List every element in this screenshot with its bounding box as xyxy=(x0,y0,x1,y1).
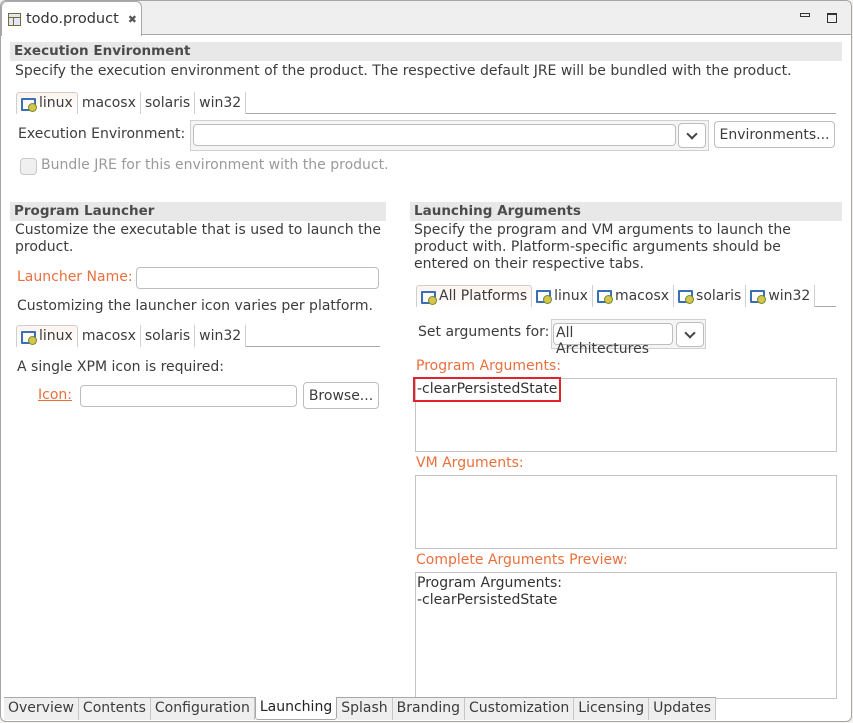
highlight-box xyxy=(413,377,561,402)
launcher-tab-solaris[interactable]: solaris xyxy=(140,325,196,347)
platform-icon xyxy=(421,290,437,305)
execution-environment-dropdown[interactable] xyxy=(678,123,706,148)
complete-arguments-preview: Program Arguments: -clearPersistedState xyxy=(415,572,837,699)
page-tab-customization[interactable]: Customization xyxy=(465,698,575,720)
page-tab-branding[interactable]: Branding xyxy=(392,698,465,720)
platform-icon xyxy=(21,330,37,345)
page-tab-configuration[interactable]: Configuration xyxy=(150,698,255,720)
execution-environment-title: Execution Environment xyxy=(10,42,842,61)
architecture-select[interactable]: All Architectures xyxy=(553,323,673,357)
editor-tabbar: todo.product ✖ xyxy=(1,1,851,36)
launcher-tab-linux[interactable]: linux xyxy=(16,325,78,347)
editor-tab-todo-product[interactable]: todo.product ✖ xyxy=(1,1,142,36)
set-arguments-for-label: Set arguments for: xyxy=(418,324,550,340)
platform-icon xyxy=(750,289,767,304)
page-tab-contents[interactable]: Contents xyxy=(78,698,151,720)
args-tab-win32[interactable]: win32 xyxy=(746,285,816,307)
launching-arguments-description: Specify the program and VM arguments to … xyxy=(414,222,791,272)
chevron-down-icon xyxy=(684,326,696,339)
icon-path-input[interactable] xyxy=(80,385,297,407)
architecture-dropdown[interactable] xyxy=(676,322,704,347)
minimize-icon[interactable] xyxy=(800,13,810,17)
execution-environment-combo xyxy=(190,120,709,151)
page-tab-updates[interactable]: Updates xyxy=(649,698,717,720)
launching-platform-tabs: All Platforms linux macosx solaris win32 xyxy=(416,285,836,307)
page-tab-splash[interactable]: Splash xyxy=(337,698,393,720)
chevron-down-icon xyxy=(686,127,698,140)
execution-environment-input[interactable] xyxy=(193,124,676,146)
environments-button[interactable]: Environments... xyxy=(714,121,835,148)
page-tab-overview[interactable]: Overview xyxy=(4,698,79,720)
program-launcher-description: Customize the executable that is used to… xyxy=(15,222,382,255)
close-icon[interactable]: ✖ xyxy=(128,13,137,26)
platform-icon xyxy=(678,289,695,304)
args-tab-macosx[interactable]: macosx xyxy=(592,285,675,307)
launcher-name-input[interactable] xyxy=(136,267,379,289)
page-tab-licensing[interactable]: Licensing xyxy=(574,698,650,720)
execution-environment-description: Specify the execution environment of the… xyxy=(15,63,792,79)
args-tab-linux[interactable]: linux xyxy=(532,285,593,307)
vm-arguments-textarea[interactable] xyxy=(415,475,837,549)
program-launcher-title: Program Launcher xyxy=(10,202,386,221)
page-tab-launching[interactable]: Launching xyxy=(254,697,338,720)
xpm-icon-note: A single XPM icon is required: xyxy=(17,359,224,375)
execution-environment-platform-tabs: linux macosx solaris win32 xyxy=(16,92,836,114)
args-tab-all-platforms[interactable]: All Platforms xyxy=(416,285,533,307)
launcher-tab-macosx[interactable]: macosx xyxy=(77,325,141,347)
vm-arguments-label: VM Arguments: xyxy=(416,455,524,471)
launcher-icon-note: Customizing the launcher icon varies per… xyxy=(17,298,373,314)
launcher-platform-tabs: linux macosx solaris win32 xyxy=(16,325,380,347)
complete-arguments-preview-label: Complete Arguments Preview: xyxy=(416,552,628,568)
ee-tab-win32[interactable]: win32 xyxy=(195,92,247,114)
execution-environment-label: Execution Environment: xyxy=(18,126,186,142)
platform-icon xyxy=(596,289,613,304)
ee-tab-solaris[interactable]: solaris xyxy=(140,92,196,114)
maximize-icon[interactable] xyxy=(827,13,837,23)
editor-page-tabs: Overview Contents Configuration Launchin… xyxy=(4,697,717,720)
platform-icon xyxy=(536,289,553,304)
launching-arguments-title: Launching Arguments xyxy=(410,202,842,221)
editor-tab-title: todo.product xyxy=(26,11,119,27)
bundle-jre-checkbox[interactable] xyxy=(20,158,37,175)
platform-icon xyxy=(21,97,37,112)
architecture-combo: All Architectures xyxy=(551,319,706,357)
bundle-jre-label: Bundle JRE for this environment with the… xyxy=(41,157,389,173)
args-tab-solaris[interactable]: solaris xyxy=(674,285,747,307)
ee-tab-linux[interactable]: linux xyxy=(16,92,78,114)
ee-tab-macosx[interactable]: macosx xyxy=(77,92,141,114)
launcher-name-label: Launcher Name: xyxy=(17,269,133,285)
product-file-icon xyxy=(8,12,21,26)
program-arguments-label: Program Arguments: xyxy=(416,358,561,374)
icon-link[interactable]: Icon: xyxy=(38,387,72,404)
launcher-tab-win32[interactable]: win32 xyxy=(195,325,247,347)
browse-button[interactable]: Browse... xyxy=(303,382,379,409)
